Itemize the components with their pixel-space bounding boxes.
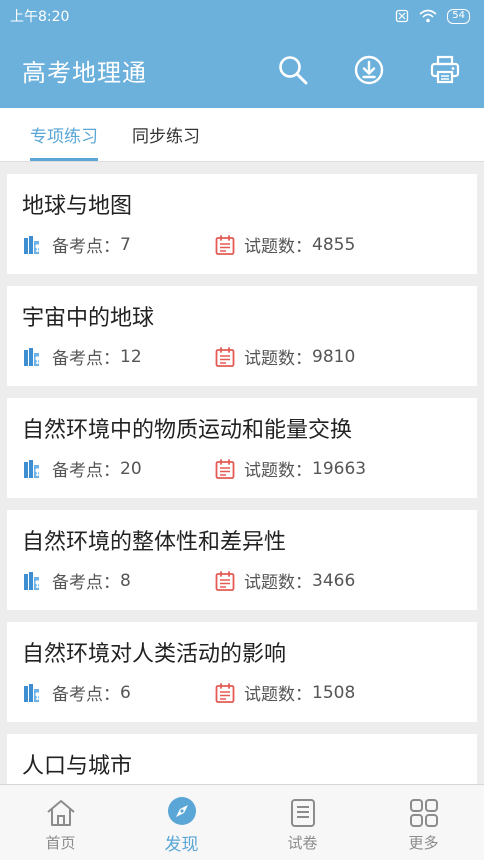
tab-special-practice[interactable]: 专项练习	[30, 108, 98, 161]
points-count: 备考点： 20	[22, 456, 214, 481]
points-label: 备考点：	[52, 349, 120, 369]
books-icon	[24, 683, 40, 702]
topic-card[interactable]: 自然环境的整体性和差异性 备考点： 8 试题数： 3466	[7, 510, 477, 610]
app-bar: 高考地理通	[0, 32, 484, 108]
topic-meta: 备考点： 6 试题数： 1508	[22, 680, 461, 705]
books-icon	[24, 459, 40, 478]
app-actions	[276, 53, 462, 87]
books-icon	[24, 571, 40, 590]
questions-count: 试题数： 1508	[214, 680, 355, 705]
points-value: 6	[120, 682, 131, 703]
points-label: 备考点：	[52, 685, 120, 705]
books-icon	[24, 235, 40, 254]
topic-card[interactable]: 人口与城市	[7, 734, 477, 784]
status-indicators: 54	[395, 8, 470, 24]
bottom-navigation: 首页 发现 试卷 更多	[0, 784, 484, 860]
calendar-icon	[215, 458, 235, 479]
download-button[interactable]	[352, 53, 386, 87]
topic-meta: 备考点： 8 试题数： 3466	[22, 568, 461, 593]
topic-title: 人口与城市	[22, 754, 133, 779]
battery-level: 54	[447, 8, 470, 24]
questions-value: 19663	[312, 458, 367, 479]
points-value: 8	[120, 570, 131, 591]
topic-title: 自然环境的整体性和差异性	[22, 530, 287, 555]
points-value: 12	[120, 346, 142, 367]
points-count: 备考点： 7	[22, 232, 214, 257]
compass-icon	[167, 797, 196, 825]
points-label: 备考点：	[52, 573, 120, 593]
home-icon	[46, 800, 75, 826]
calendar-icon	[215, 570, 235, 591]
books-icon	[24, 347, 40, 366]
questions-label: 试题数：	[244, 237, 312, 257]
topic-meta: 备考点： 20 试题数： 19663	[22, 456, 461, 481]
topic-title: 宇宙中的地球	[22, 306, 155, 331]
topic-card[interactable]: 宇宙中的地球 备考点： 12 试题数： 9810	[7, 286, 477, 386]
topic-title: 自然环境中的物质运动和能量交换	[22, 418, 353, 443]
questions-value: 4855	[312, 234, 356, 255]
questions-value: 3466	[312, 570, 356, 591]
topic-list[interactable]: 地球与地图 备考点： 7 试题数： 4855 宇宙中的地球 备考点： 12 试题数： 9…	[0, 162, 484, 784]
questions-label: 试题数：	[244, 349, 312, 369]
nav-more[interactable]: 更多	[363, 785, 484, 860]
nav-home-label: 首页	[45, 834, 76, 852]
tab-sync-practice[interactable]: 同步练习	[132, 108, 200, 161]
nav-home[interactable]: 首页	[0, 785, 121, 860]
nav-discover[interactable]: 发现	[121, 785, 242, 860]
questions-value: 1508	[312, 682, 356, 703]
topic-card[interactable]: 地球与地图 备考点： 7 试题数： 4855	[7, 174, 477, 274]
download-icon	[354, 55, 384, 85]
print-button[interactable]	[428, 53, 462, 87]
points-count: 备考点： 6	[22, 680, 214, 705]
nav-papers-label: 试卷	[287, 834, 318, 852]
questions-count: 试题数： 9810	[214, 344, 355, 369]
points-count: 备考点： 8	[22, 568, 214, 593]
points-count: 备考点： 12	[22, 344, 214, 369]
paper-icon	[290, 799, 315, 827]
topic-meta: 备考点： 12 试题数： 9810	[22, 344, 461, 369]
tab-bar: 专项练习 同步练习	[0, 108, 484, 162]
nav-papers[interactable]: 试卷	[242, 785, 363, 860]
topic-card[interactable]: 自然环境中的物质运动和能量交换 备考点： 20 试题数： 19663	[7, 398, 477, 498]
questions-label: 试题数：	[244, 685, 312, 705]
topic-title: 地球与地图	[22, 194, 133, 219]
wifi-icon	[419, 9, 437, 23]
points-value: 7	[120, 234, 131, 255]
grid-icon	[409, 799, 438, 827]
questions-count: 试题数： 4855	[214, 232, 355, 257]
printer-icon	[430, 55, 460, 84]
status-time: 上午8:20	[10, 9, 70, 25]
calendar-icon	[215, 682, 235, 703]
questions-count: 试题数： 3466	[214, 568, 355, 593]
sim-icon	[396, 9, 409, 23]
points-value: 20	[120, 458, 142, 479]
nav-more-label: 更多	[408, 834, 439, 852]
search-button[interactable]	[276, 53, 310, 87]
status-bar: 上午8:20 54	[0, 0, 484, 32]
topic-meta: 备考点： 7 试题数： 4855	[22, 232, 461, 257]
calendar-icon	[215, 346, 235, 367]
app-title: 高考地理通	[22, 58, 147, 87]
points-label: 备考点：	[52, 237, 120, 257]
questions-count: 试题数： 19663	[214, 456, 366, 481]
search-icon	[279, 56, 308, 85]
topic-title: 自然环境对人类活动的影响	[22, 642, 287, 667]
nav-discover-label: 发现	[164, 835, 199, 855]
topic-card[interactable]: 自然环境对人类活动的影响 备考点： 6 试题数： 1508	[7, 622, 477, 722]
top-bar: 上午8:20 54 高考地理通	[0, 0, 484, 108]
calendar-icon	[215, 234, 235, 255]
questions-label: 试题数：	[244, 573, 312, 593]
questions-value: 9810	[312, 346, 356, 367]
points-label: 备考点：	[52, 461, 120, 481]
questions-label: 试题数：	[244, 461, 312, 481]
